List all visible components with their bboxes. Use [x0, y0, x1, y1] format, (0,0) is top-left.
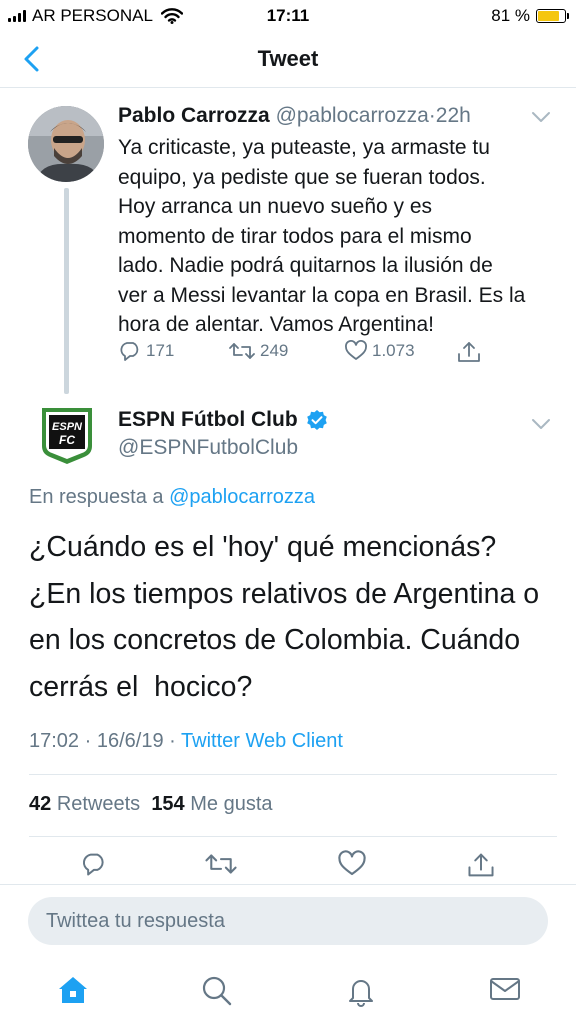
status-time: 17:11 — [266, 6, 310, 25]
avatar[interactable] — [28, 106, 104, 182]
parent-tweet-text: Ya criticaste, ya puteaste, ya armaste t… — [118, 133, 558, 340]
reply-text-line: ¿Cuándo es el 'hoy' qué mencionás? — [29, 531, 497, 563]
parent-text-line: equipo, ya pediste que se fueran todos. — [118, 165, 486, 189]
parent-tweet-header: Pablo Carrozza @pablocarrozza·22h — [118, 104, 471, 128]
parent-author-handle[interactable]: @pablocarrozza — [276, 104, 429, 127]
retweet-icon — [229, 343, 255, 359]
reply-text-line: ¿En los tiempos relativos de Argentina o — [29, 577, 540, 610]
reply-icon — [120, 342, 139, 361]
tweet-stats: 42 Retweets 154 Me gusta — [29, 793, 273, 816]
compose-bar: Twittea tu respuesta — [0, 884, 576, 960]
retweet-count: 249 — [260, 341, 289, 360]
chevron-down-icon[interactable] — [531, 418, 551, 430]
status-bar: AR PERSONAL 17:11 81 % — [0, 0, 576, 30]
search-icon[interactable] — [200, 974, 234, 1008]
reply-author-name-row: ESPN Fútbol Club — [118, 408, 328, 432]
parent-separator: · — [428, 104, 436, 127]
reply-input[interactable]: Twittea tu respuesta — [28, 897, 548, 945]
thread-line — [64, 188, 69, 394]
like-button[interactable]: 1.073 — [344, 340, 415, 362]
reply-text-line: en los concretos de Colombia. Cuándo — [29, 624, 521, 656]
share-button[interactable] — [456, 340, 486, 364]
logo-text-top: ESPN — [52, 421, 83, 433]
chevron-down-icon[interactable] — [531, 111, 551, 123]
parent-text-line: Ya criticaste, ya puteaste, ya armaste t… — [118, 136, 490, 159]
parent-text-line: Hoy arranca un nuevo sueño y es — [118, 195, 433, 218]
page-title: Tweet — [257, 46, 319, 71]
parent-author-name[interactable]: Pablo Carrozza — [118, 104, 270, 127]
share-icon — [458, 342, 480, 362]
parent-text-line: lado. Nadie podrá quitarnos la ilusión d… — [118, 254, 493, 277]
reply-button[interactable]: 171 — [118, 340, 174, 362]
like-count: 1.073 — [372, 341, 415, 360]
likes-label: Me gusta — [190, 793, 273, 815]
reply-prefix: En respuesta a — [29, 486, 164, 508]
reply-icon[interactable] — [80, 850, 108, 878]
tweet-client-link[interactable]: Twitter Web Client — [181, 730, 343, 752]
reply-mention-link[interactable]: @pablocarrozza — [169, 486, 315, 508]
retweet-button[interactable]: 249 — [228, 340, 288, 362]
retweets-label: Retweets — [56, 793, 141, 815]
tab-bar — [0, 960, 576, 1024]
espn-logo[interactable]: ESPN FC — [38, 404, 96, 466]
tweet-meta: 17:02 · 16/6/19 · Twitter Web Client — [29, 730, 343, 753]
parent-text-line: hora de alentar. Vamos Argentina! — [118, 313, 434, 336]
tweet-detail-actions — [0, 850, 576, 886]
nav-bar: Tweet — [0, 30, 576, 88]
likes-stat[interactable]: 154 Me gusta — [151, 793, 272, 815]
battery-percent: 81 % — [491, 6, 530, 25]
logo-text-bottom: FC — [59, 433, 75, 447]
heart-icon[interactable] — [337, 850, 367, 878]
reply-author-name[interactable]: ESPN Fútbol Club — [118, 408, 298, 432]
reply-text-line: cerrás el hocico? — [29, 670, 253, 703]
reply-context: En respuesta a @pablocarrozza — [29, 486, 315, 509]
reply-tweet-text: ¿Cuándo es el 'hoy' qué mencionás? ¿En l… — [29, 524, 559, 710]
parent-text-line: ver a Messi levantar la copa en Brasil. … — [118, 283, 526, 307]
espn-fc-badge-icon: ESPN FC — [42, 408, 92, 464]
heart-icon — [345, 340, 367, 360]
tweet-date: 16/6/19 — [96, 730, 164, 752]
messages-icon[interactable] — [488, 974, 522, 1004]
battery-fill — [538, 11, 560, 21]
retweet-icon[interactable] — [204, 850, 238, 878]
retweets-count: 42 — [29, 793, 52, 815]
reply-count: 171 — [146, 341, 175, 360]
parent-text-line: momento de tirar todos para el mismo — [118, 224, 472, 248]
parent-tweet-age: 22h — [435, 104, 471, 127]
parent-tweet-actions: 171 249 1.073 — [118, 340, 518, 370]
retweets-stat[interactable]: 42 Retweets — [29, 793, 140, 815]
status-right: 81 % — [491, 6, 569, 26]
divider — [29, 836, 557, 837]
meta-dot: · — [84, 730, 92, 752]
battery-icon — [536, 9, 569, 23]
meta-dot: · — [169, 730, 176, 752]
likes-count: 154 — [151, 793, 185, 815]
tweet-time: 17:02 — [29, 730, 80, 752]
verified-badge-icon — [306, 410, 327, 430]
avatar-image — [28, 106, 104, 182]
share-icon[interactable] — [466, 850, 496, 880]
divider — [29, 774, 557, 775]
notifications-icon[interactable] — [344, 974, 378, 1008]
reply-author-handle[interactable]: @ESPNFutbolClub — [118, 436, 298, 460]
home-icon[interactable] — [56, 974, 90, 1006]
